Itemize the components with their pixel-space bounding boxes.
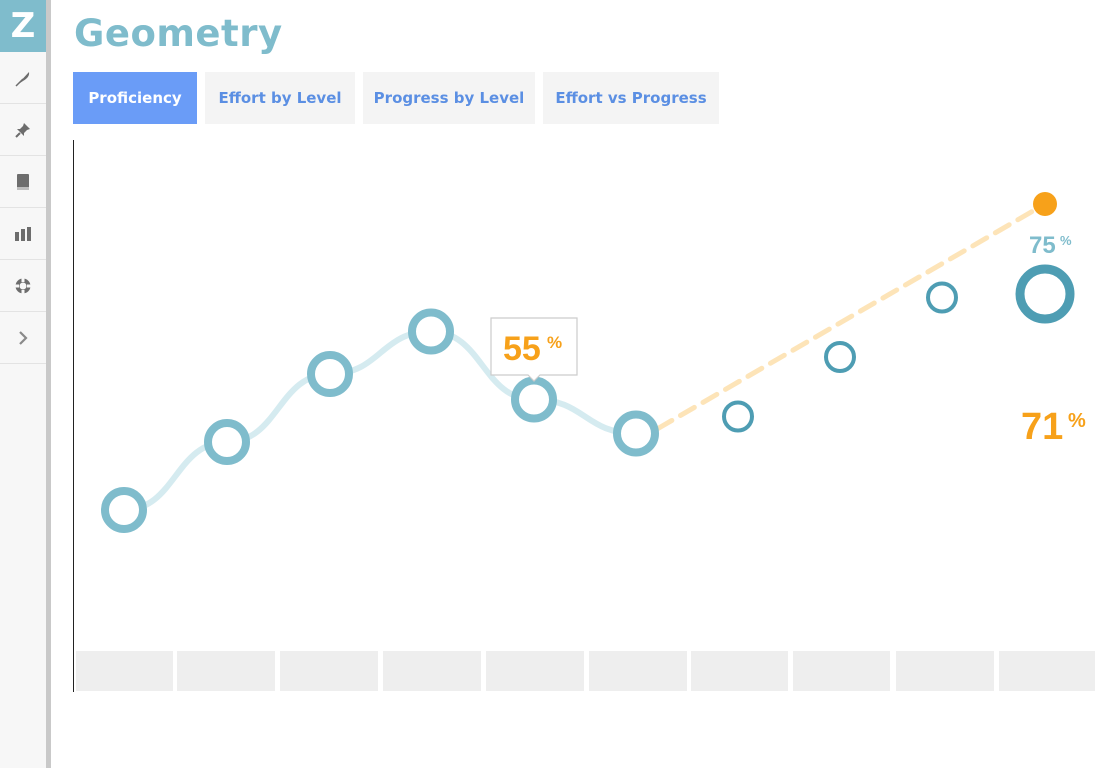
- projected-point: [1033, 192, 1057, 216]
- target-point: [824, 341, 856, 373]
- actual-point: [613, 410, 659, 457]
- tooltip-unit: %: [547, 333, 562, 352]
- proficiency-chart: 55 %75 %71%: [101, 192, 1086, 533]
- target-point: [926, 281, 958, 314]
- projected-end-unit: %: [1068, 410, 1086, 432]
- actual-point: [408, 308, 454, 355]
- projected-line: [655, 201, 1048, 431]
- actual-point: [101, 487, 147, 533]
- target-end-value: 75: [1029, 232, 1056, 259]
- target-end-unit: %: [1060, 233, 1072, 248]
- tooltip-value: 55: [503, 330, 541, 368]
- actual-point: [307, 351, 353, 397]
- actual-point: [511, 376, 557, 423]
- target-point: [1015, 264, 1075, 324]
- actual-point: [204, 419, 250, 465]
- target-point: [722, 400, 754, 433]
- projected-end-value: 71: [1021, 406, 1063, 448]
